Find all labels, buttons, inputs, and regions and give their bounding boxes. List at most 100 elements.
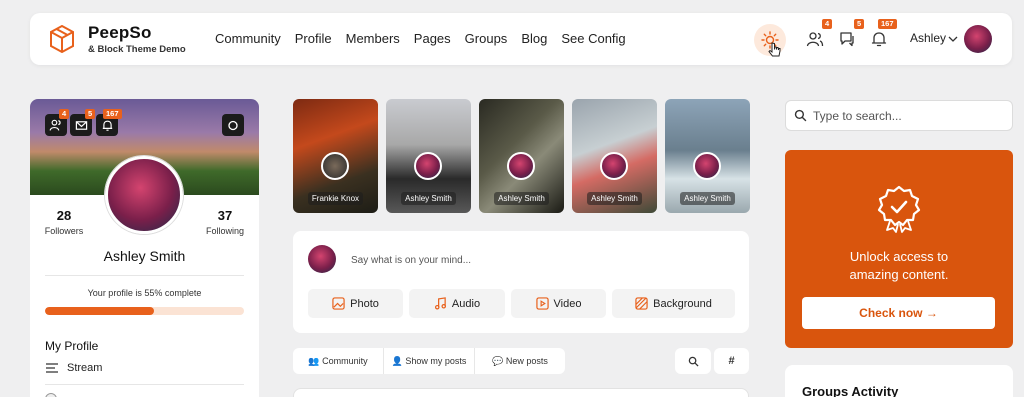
stream-icon (46, 363, 58, 373)
story-card[interactable]: Ashley Smith (665, 99, 750, 213)
image-icon (332, 297, 345, 310)
post-input[interactable]: Say what is on your mind... (351, 255, 471, 266)
stream-post-card (293, 388, 749, 397)
promo-line-2: amazing content. (849, 267, 949, 282)
photo-button[interactable]: Photo (308, 289, 403, 318)
main-nav: Community Profile Members Pages Groups B… (215, 31, 626, 46)
hashtag-icon: # (728, 355, 735, 367)
audio-button-label: Audio (451, 297, 481, 310)
award-badge-icon (877, 185, 921, 233)
filter-tab-new-posts-label: New posts (505, 356, 548, 366)
stream-filter-tabs: 👥 Community 👤 Show my posts 💬 New posts (293, 348, 565, 374)
cover-members-badge: 4 (59, 109, 70, 119)
divider (45, 275, 244, 276)
groups-activity-widget: Groups Activity (785, 365, 1013, 397)
user-menu-name[interactable]: Ashley (910, 31, 946, 45)
filter-tab-show-my-posts-label: Show my posts (405, 356, 467, 366)
profile-name[interactable]: Ashley Smith (30, 248, 259, 264)
story-avatar (321, 152, 349, 180)
nav-members[interactable]: Members (346, 31, 400, 46)
my-profile-heading: My Profile (45, 339, 99, 353)
chevron-down-icon[interactable] (948, 35, 958, 43)
audio-button[interactable]: Audio (409, 289, 505, 318)
story-card[interactable]: Ashley Smith (386, 99, 471, 213)
power-icon (228, 120, 238, 131)
profile-card: 4 5 167 28 Followers 37 Following Ashley… (30, 99, 259, 397)
followers-stat[interactable]: 28 Followers (44, 208, 84, 236)
nav-pages[interactable]: Pages (414, 31, 451, 46)
followers-count: 28 (56, 208, 72, 223)
cover-settings-button[interactable] (222, 114, 244, 136)
profile-avatar[interactable] (105, 156, 183, 234)
nav-groups[interactable]: Groups (465, 31, 508, 46)
menu-item-stream-label: Stream (67, 362, 103, 374)
bell-icon (102, 120, 112, 131)
story-card[interactable]: Ashley Smith (479, 99, 564, 213)
search-icon (794, 109, 807, 122)
brand-title: PeepSo (88, 23, 152, 42)
filter-tab-community[interactable]: 👥 Community (293, 348, 384, 374)
filter-tab-show-my-posts[interactable]: 👤 Show my posts (384, 348, 475, 374)
following-label: Following (205, 226, 245, 236)
sidebar-search[interactable]: Type to search... (785, 100, 1013, 131)
divider (45, 384, 244, 385)
nav-see-config[interactable]: See Config (561, 31, 625, 46)
top-header: PeepSo & Block Theme Demo Community Prof… (30, 13, 1012, 65)
users-icon: 👥 (308, 356, 320, 366)
profile-completion-fill (45, 307, 155, 315)
check-now-button[interactable]: Check now → (802, 297, 995, 329)
story-avatar (507, 152, 535, 180)
music-icon (434, 297, 446, 310)
background-button-label: Background (653, 297, 712, 310)
bell-icon[interactable] (870, 30, 888, 48)
comment-icon: 💬 (492, 356, 504, 366)
brand-subtitle: & Block Theme Demo (88, 44, 186, 55)
menu-item-icon[interactable] (45, 393, 57, 397)
story-label: Frankie Knox (293, 192, 378, 205)
members-icon[interactable] (806, 30, 824, 48)
members-badge: 4 (822, 19, 833, 29)
cover-messages-badge: 5 (85, 109, 96, 119)
nav-community[interactable]: Community (215, 31, 281, 46)
story-label: Ashley Smith (479, 192, 564, 205)
groups-activity-title: Groups Activity (802, 384, 899, 397)
members-icon (49, 119, 61, 131)
stories-row: Frankie Knox Ashley Smith Ashley Smith A… (293, 99, 750, 213)
story-label: Ashley Smith (572, 192, 657, 205)
background-button[interactable]: Background (612, 289, 735, 318)
story-avatar (693, 152, 721, 180)
promo-card: Unlock access to amazing content. Check … (785, 150, 1013, 348)
user-plus-icon: 👤 (391, 356, 403, 366)
video-button-label: Video (553, 297, 582, 310)
user-avatar[interactable] (964, 25, 992, 53)
hashtag-button[interactable]: # (714, 348, 749, 374)
postbox-avatar (308, 245, 336, 273)
nav-blog[interactable]: Blog (521, 31, 547, 46)
nav-profile[interactable]: Profile (295, 31, 332, 46)
profile-completion-bar (45, 307, 244, 315)
followers-label: Followers (44, 226, 84, 236)
photo-button-label: Photo (350, 297, 379, 310)
video-button[interactable]: Video (511, 289, 606, 318)
stream-search-button[interactable] (675, 348, 711, 374)
peepso-logo-icon[interactable] (50, 25, 74, 53)
brand[interactable]: PeepSo & Block Theme Demo (88, 23, 186, 55)
menu-item-stream[interactable]: Stream (45, 362, 102, 374)
story-card[interactable]: Frankie Knox (293, 99, 378, 213)
story-avatar (414, 152, 442, 180)
story-label: Ashley Smith (665, 192, 750, 205)
pattern-icon (635, 297, 648, 310)
messages-icon[interactable] (838, 30, 856, 48)
story-card[interactable]: Ashley Smith (572, 99, 657, 213)
story-label: Ashley Smith (386, 192, 471, 205)
filter-tab-community-label: Community (322, 356, 368, 366)
following-stat[interactable]: 37 Following (202, 208, 248, 236)
promo-text: Unlock access to amazing content. (785, 248, 1013, 284)
messages-badge: 5 (854, 19, 865, 29)
following-count: 37 (217, 208, 233, 223)
profile-completion-text: Your profile is 55% complete (87, 288, 202, 298)
filter-tab-new-posts[interactable]: 💬 New posts (475, 348, 565, 374)
play-icon (535, 297, 549, 310)
envelope-icon (75, 120, 87, 130)
notifications-badge: 167 (878, 19, 897, 29)
